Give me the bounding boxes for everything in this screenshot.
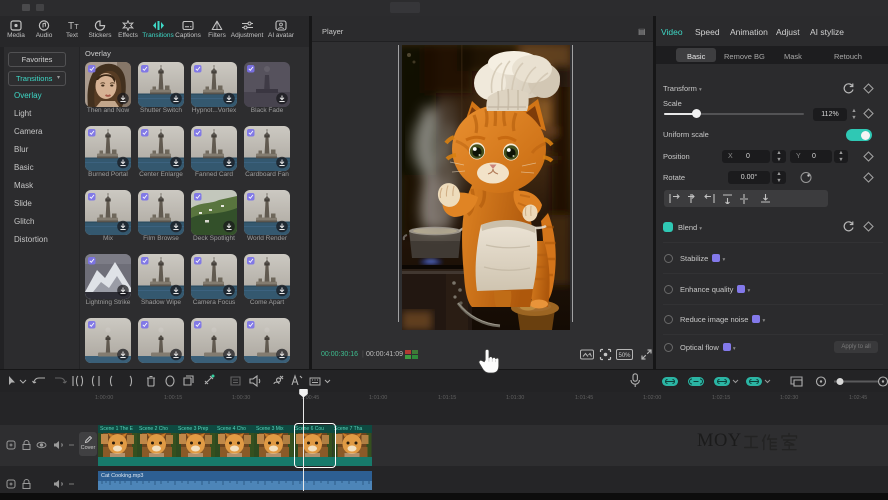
svg-text:T: T xyxy=(67,21,73,31)
svg-text:T: T xyxy=(74,24,79,31)
svg-text:50%: 50% xyxy=(618,353,631,359)
